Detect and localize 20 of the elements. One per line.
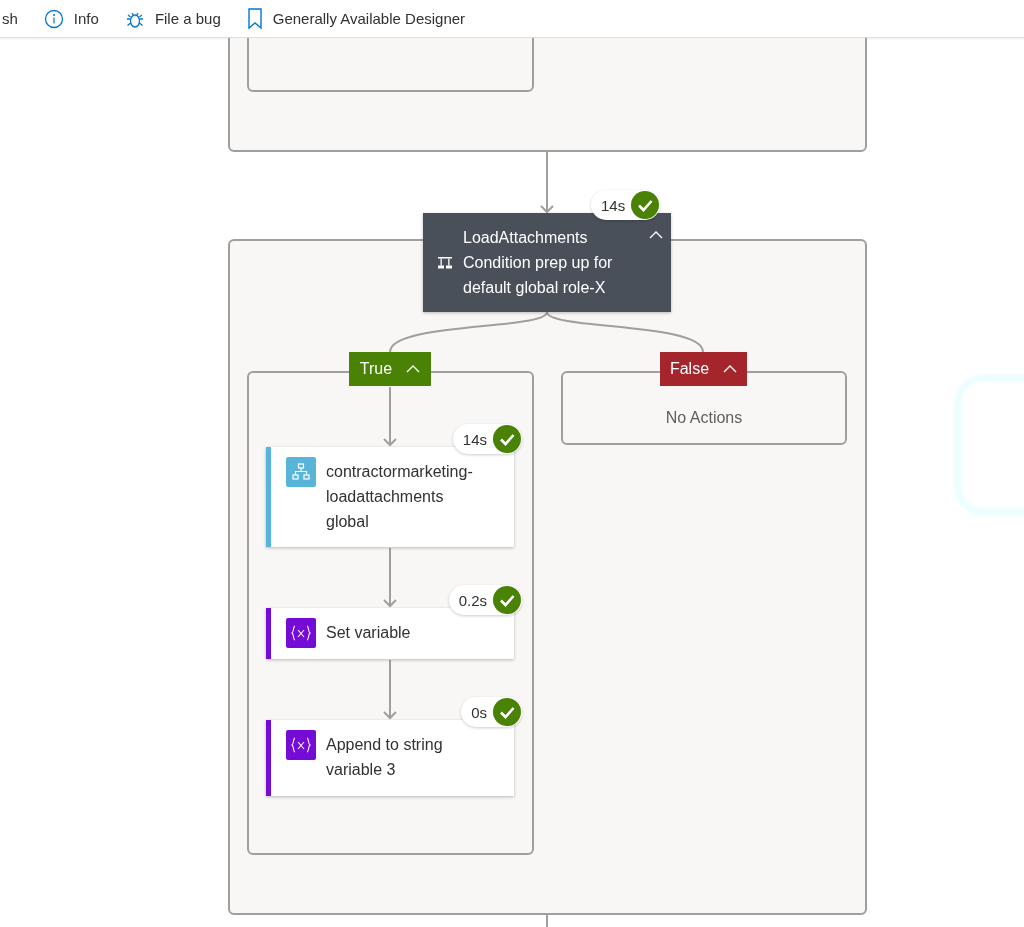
condition-title: LoadAttachments — [463, 228, 589, 248]
action-card[interactable]: contractormarketing-loadattachments global — [266, 447, 514, 547]
duration-text: 0.2s — [458, 591, 487, 609]
toolbar-button[interactable]: sh — [0, 10, 20, 27]
duration-text: 0s — [471, 703, 487, 721]
info-button[interactable]: Info — [41, 8, 101, 29]
duration-text: 14s — [462, 430, 487, 448]
action-name: Append to string variable 3 — [326, 735, 444, 780]
empty-message: No Actions — [665, 409, 743, 428]
branch-tab[interactable]: False — [660, 352, 747, 386]
branch-tab[interactable]: True — [349, 352, 431, 386]
action-name: Set variable — [326, 623, 412, 643]
action-name: contractormarketing-loadattachments global — [326, 462, 474, 532]
condition-header[interactable]: LoadAttachments Condition prep up for default global role-X — [423, 213, 671, 312]
action-card[interactable]: Append to string variable 3 — [266, 720, 514, 796]
bookmark-button[interactable]: Generally Available Designer — [244, 7, 468, 30]
condition-subtitle: Condition prep up for default global role-X — [463, 253, 614, 298]
duration-text: 14s — [601, 196, 626, 214]
action-card[interactable]: Set variable — [266, 608, 514, 659]
bug-button[interactable]: File a bug — [122, 8, 223, 29]
